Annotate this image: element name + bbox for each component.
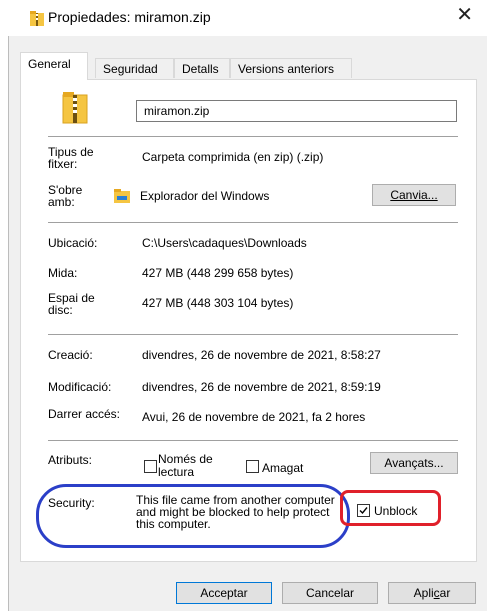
apply-button[interactable]: Aplicar <box>388 582 476 604</box>
security-annotation-oval <box>36 484 350 548</box>
unblock-annotation-box <box>340 490 441 526</box>
type-label: Tipus de fitxer: <box>48 145 94 171</box>
disk-size-label: Espai de disc: <box>48 291 95 317</box>
attributes-label: Atributs: <box>48 453 93 467</box>
opens-with-label: S'obre amb: <box>48 183 83 209</box>
modified-value: divendres, 26 de novembre de 2021, 8:59:… <box>142 380 381 394</box>
size-label: Mida: <box>48 266 78 280</box>
cancel-button[interactable]: Cancelar <box>282 582 378 604</box>
accessed-label: Darrer accés: <box>48 407 121 421</box>
explorer-icon <box>114 189 130 203</box>
size-value: 427 MB (448 299 658 bytes) <box>142 266 294 280</box>
tab-security[interactable]: Seguridad <box>95 58 174 78</box>
zip-folder-icon <box>30 10 44 26</box>
disk-size-value: 427 MB (448 303 104 bytes) <box>142 296 294 310</box>
readonly-label: Només de lectura <box>158 452 213 479</box>
opens-with-value: Explorador del Windows <box>140 189 270 203</box>
hidden-checkbox[interactable] <box>246 460 259 473</box>
change-button[interactable]: Canvia... <box>372 184 456 206</box>
hidden-label: Amagat <box>262 461 304 475</box>
readonly-checkbox[interactable] <box>144 460 157 473</box>
ok-button[interactable]: Acceptar <box>176 582 272 604</box>
title-bar[interactable]: Propiedades: miramon.zip ✕ <box>8 0 487 36</box>
location-value: C:\Users\cadaques\Downloads <box>142 236 307 250</box>
tab-previous-versions[interactable]: Versions anteriors <box>230 58 352 78</box>
zip-file-icon <box>62 92 88 124</box>
separator <box>48 440 458 441</box>
tab-security-label: Seguridad <box>103 62 158 76</box>
modified-label: Modificació: <box>48 380 112 394</box>
change-button-label: Canvia... <box>390 188 438 202</box>
close-icon[interactable]: ✕ <box>456 5 473 25</box>
created-value: divendres, 26 de novembre de 2021, 8:58:… <box>142 348 381 362</box>
file-name-input[interactable]: miramon.zip <box>136 100 457 122</box>
created-label: Creació: <box>48 348 93 362</box>
advanced-button-label: Avançats... <box>384 456 444 470</box>
apply-button-label: Aplicar <box>413 586 451 600</box>
separator <box>48 136 458 137</box>
tab-general[interactable]: General <box>20 52 88 80</box>
tab-details[interactable]: Detalls <box>174 58 230 78</box>
window-title: Propiedades: miramon.zip <box>48 9 211 25</box>
accessed-value: Avui, 26 de novembre de 2021, fa 2 hores <box>142 410 366 424</box>
cancel-button-label: Cancelar <box>305 586 355 600</box>
advanced-button[interactable]: Avançats... <box>370 452 458 474</box>
ok-button-label: Acceptar <box>200 586 248 600</box>
location-label: Ubicació: <box>48 236 98 250</box>
separator <box>48 334 458 335</box>
separator <box>48 222 458 223</box>
type-value: Carpeta comprimida (en zip) (.zip) <box>142 150 324 164</box>
